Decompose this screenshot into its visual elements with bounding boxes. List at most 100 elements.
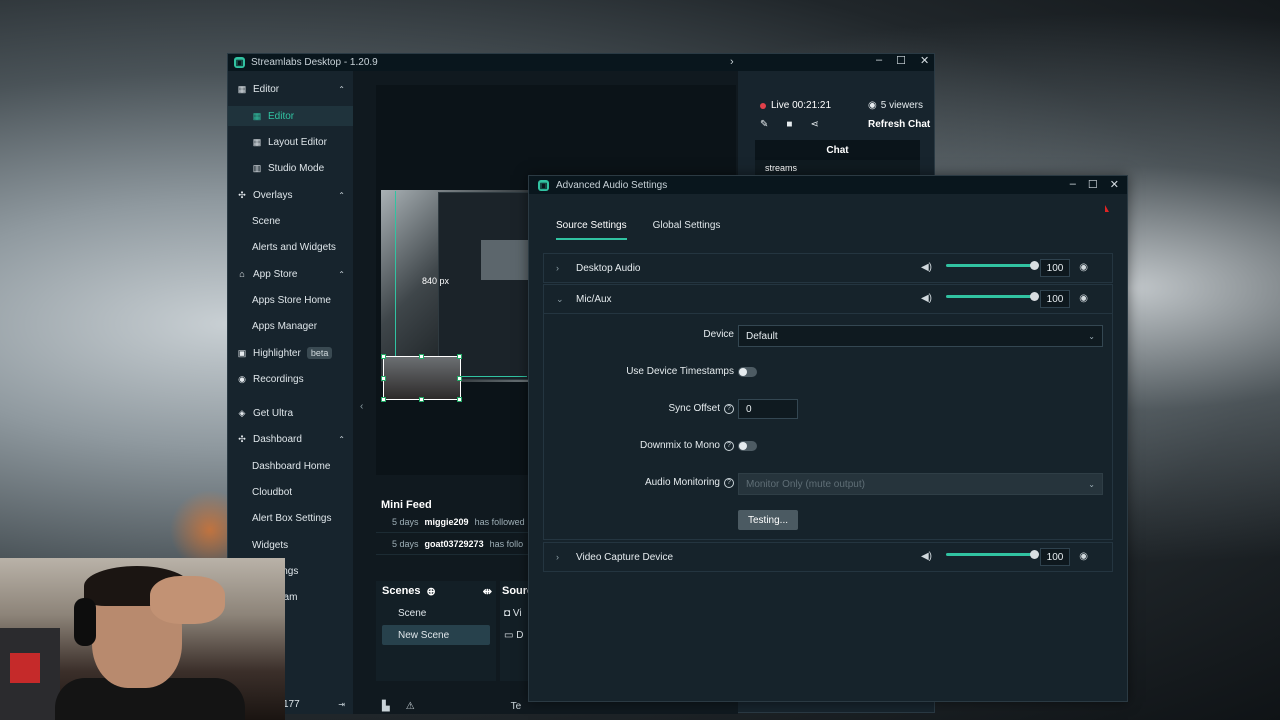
sidebar-item-apps-manager[interactable]: Apps Manager [228,316,353,336]
sidebar-item-label: Alerts and Widgets [252,241,336,253]
resize-handle[interactable] [381,397,386,402]
sidebar-section-editor[interactable]: ▦ Editor ⌃ [228,79,353,99]
sync-offset-text: Sync Offset [668,403,720,414]
help-icon[interactable]: ? [724,440,734,451]
collapse-sidebar-icon[interactable]: ⇥ [338,700,345,709]
resize-handle[interactable] [381,376,386,381]
scenes-title: Scenes [382,585,421,597]
scene-item-selected[interactable]: New Scene [382,625,490,645]
sidebar-item-scene[interactable]: Scene [228,211,353,231]
chat-message: streams [755,160,920,176]
device-row: Device Default ⌄ [544,325,1114,347]
sidebar-section-overlays[interactable]: ✣ Overlays ⌃ [228,185,353,205]
sidebar-item-layout-editor[interactable]: ▦ Layout Editor [228,132,353,152]
minimize-button[interactable]: – [1070,178,1076,191]
eye-icon[interactable]: ◉ [1079,551,1088,562]
eye-icon[interactable]: ◉ [1079,262,1088,273]
edit-icon[interactable]: ✎ [760,119,768,130]
live-dot-icon [760,102,766,109]
feed-time: 5 days [392,538,419,549]
maximize-button[interactable]: ☐ [1088,178,1098,191]
volume-input[interactable]: 100 [1040,548,1070,566]
sidebar-item-highlighter[interactable]: ▣ Highlighter beta [228,343,353,363]
add-scene-icon[interactable]: ⊕ [427,585,436,598]
webcam-source-selected[interactable] [383,356,461,400]
audio-source-row[interactable]: › Desktop Audio ◀) 100 ◉ [543,253,1113,283]
sidebar-section-dashboard[interactable]: ✣ Dashboard ⌃ [228,429,353,449]
chevron-down-icon: ⌄ [1088,479,1095,489]
stats-icon[interactable]: ▙ [382,701,390,714]
volume-slider[interactable] [946,550,1039,559]
scene-collapse-icon[interactable]: ⇹ [483,585,492,598]
sync-offset-input[interactable]: 0 [738,399,798,419]
editor-grid-icon: ▦ [252,110,262,121]
store-icon: ⌂ [239,269,245,279]
sidebar-item-label: Apps Store Home [252,294,331,306]
resize-handle[interactable] [457,397,462,402]
maximize-button[interactable]: ☐ [896,54,906,67]
resize-handle[interactable] [381,354,386,359]
device-label: Device [703,329,734,340]
share-icon[interactable]: ⋖ [810,119,818,130]
editor-footer: ▙ ⚠ Te [376,701,736,714]
sidebar-section-label: Overlays [253,189,293,201]
sidebar-item-dashboard-home[interactable]: Dashboard Home [228,456,353,476]
sidebar-item-label: Layout Editor [268,136,327,148]
sidebar-item-cloudbot[interactable]: Cloudbot [228,482,353,502]
headset-icon [74,598,96,646]
speaker-icon[interactable]: ◀) [921,551,932,562]
resize-handle[interactable] [419,354,424,359]
monitoring-row: Audio Monitoring ? Monitor Only (mute ou… [544,473,1114,495]
volume-slider[interactable] [946,292,1039,301]
audio-source-row-expanded[interactable]: ⌄ Mic/Aux ◀) 100 ◉ [543,284,1113,314]
chevron-right-icon[interactable]: › [730,56,734,68]
device-select[interactable]: Default ⌄ [738,325,1103,347]
scene-item[interactable]: Scene [382,603,490,623]
sidebar-section-app-store[interactable]: ⌂ App Store ⌃ [228,264,353,284]
speaker-icon[interactable]: ◀) [921,293,932,304]
sidebar-item-widgets[interactable]: Widgets [228,535,353,555]
resize-handle[interactable] [419,397,424,402]
help-icon[interactable]: ? [724,403,734,414]
sidebar-item-editor[interactable]: ▦ Editor [228,106,353,126]
sidebar-item-apps-store-home[interactable]: Apps Store Home [228,290,353,310]
sidebar-item-alert-box[interactable]: Alert Box Settings [228,508,353,528]
timestamps-toggle[interactable] [738,367,757,377]
alignment-guide-vertical [395,191,396,359]
audio-source-row[interactable]: › Video Capture Device ◀) 100 ◉ [543,542,1113,572]
help-icon[interactable]: ? [724,477,734,488]
close-button[interactable]: ✕ [920,54,929,67]
eye-icon[interactable]: ◉ [1079,293,1088,304]
minimize-button[interactable]: – [876,54,882,67]
refresh-chat-button[interactable]: Refresh Chat [868,119,930,130]
screen-capture-source[interactable] [438,192,529,380]
sidebar-item-alerts-widgets[interactable]: Alerts and Widgets [228,237,353,257]
volume-input[interactable]: 100 [1040,290,1070,308]
overlays-icon: ✣ [238,189,246,200]
chevron-right-icon[interactable]: › [556,552,576,562]
volume-input[interactable]: 100 [1040,259,1070,277]
resize-handle[interactable] [457,354,462,359]
speaker-icon[interactable]: ◀) [921,262,932,273]
stream-preview[interactable] [381,190,529,382]
sidebar-item-studio-mode[interactable]: ▥ Studio Mode [228,158,353,178]
downmix-label: Downmix to Mono ? [640,440,734,451]
volume-slider[interactable] [946,261,1039,270]
sidebar-item-label: Dashboard Home [252,460,331,472]
tab-source-settings[interactable]: Source Settings [556,220,627,240]
sidebar-item-get-ultra[interactable]: ◈ Get Ultra [228,403,353,423]
testing-button[interactable]: Testing... [738,510,798,530]
chevron-right-icon[interactable]: › [556,263,576,273]
audio-source-name: Video Capture Device [576,551,674,563]
sidebar-item-recordings[interactable]: ◉ Recordings [228,369,353,389]
alert-icon[interactable]: ⚠ [406,701,415,714]
close-button[interactable]: ✕ [1110,178,1119,191]
chevron-down-icon[interactable]: ⌄ [556,294,576,305]
camera-icon[interactable]: ■ [786,119,792,130]
dashboard-icon: ✣ [238,433,246,444]
chevron-left-icon[interactable]: ‹ [360,401,363,412]
downmix-toggle[interactable] [738,441,757,451]
monitoring-select[interactable]: Monitor Only (mute output) ⌄ [738,473,1103,495]
tab-global-settings[interactable]: Global Settings [653,220,721,240]
resize-handle[interactable] [457,376,462,381]
